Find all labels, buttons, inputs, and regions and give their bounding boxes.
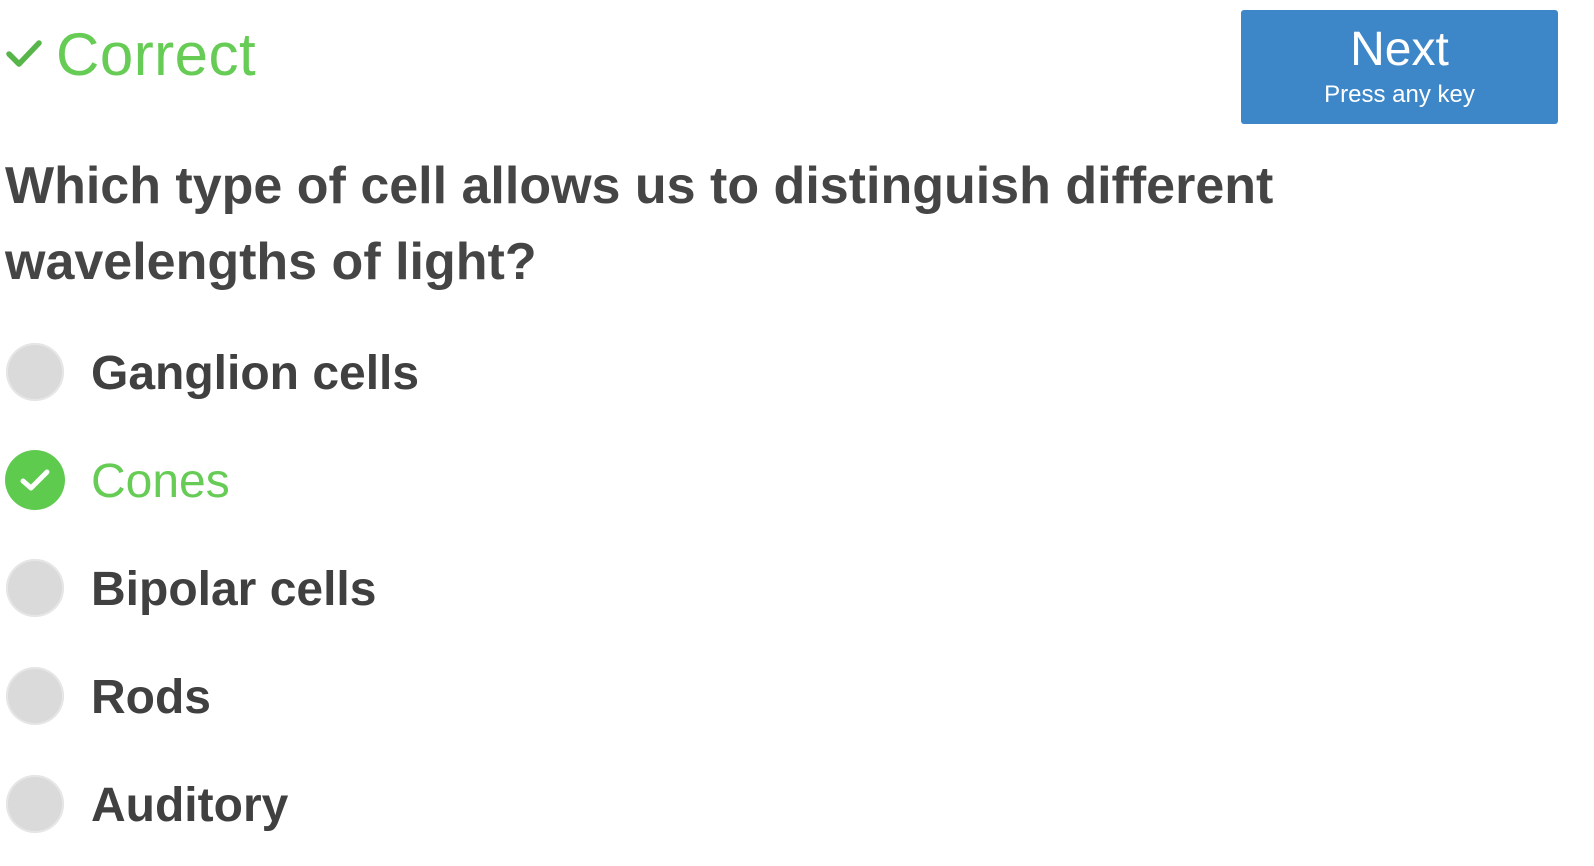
answer-option-label: Cones [91,455,230,508]
answer-option[interactable]: Ganglion cells [6,343,419,451]
radio-button[interactable] [6,559,64,617]
question-text: Which type of cell allows us to distingu… [5,157,1274,291]
result-status: Correct [6,14,256,94]
answer-option-label: Rods [91,671,211,724]
next-button[interactable]: Next Press any key [1241,10,1558,124]
answer-option[interactable]: Bipolar cells [6,559,419,667]
answer-option-selected[interactable]: Cones [5,450,419,559]
quiz-page: Correct Next Press any key Which type of… [0,0,1594,866]
answer-option[interactable]: Auditory [6,775,419,866]
radio-button-checked[interactable] [5,450,65,510]
radio-button[interactable] [6,667,64,725]
checkmark-icon [6,39,42,69]
answer-option-label: Ganglion cells [91,347,420,400]
answer-option-label: Auditory [91,779,289,832]
radio-button[interactable] [6,775,64,833]
result-status-label: Correct [56,20,257,88]
radio-button[interactable] [6,343,64,401]
next-button-hint: Press any key [1324,81,1475,108]
next-button-label: Next [1350,23,1449,76]
check-icon [20,469,50,491]
answer-options: Ganglion cells Cones Bipolar cells Rods … [5,343,419,866]
answer-option-label: Bipolar cells [91,563,377,616]
answer-option[interactable]: Rods [6,667,419,775]
